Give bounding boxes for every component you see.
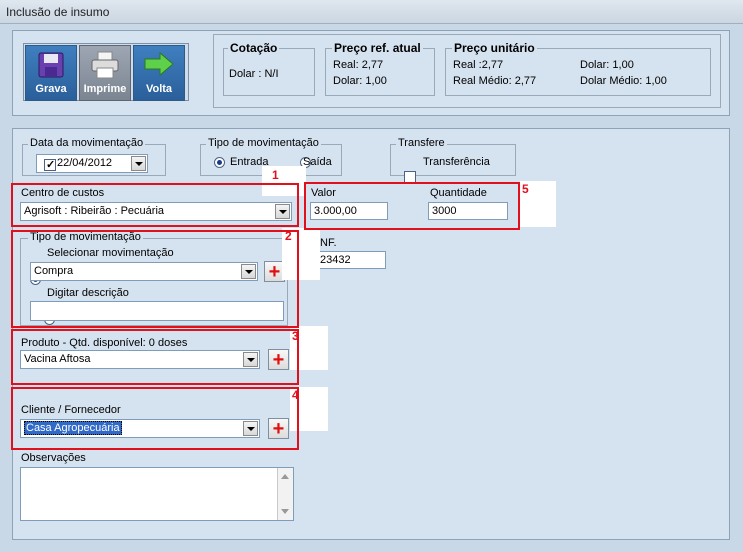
- data-mov-value: 22/04/2012: [57, 157, 113, 169]
- annotation-box-5: [304, 182, 520, 230]
- print-button[interactable]: Imprime: [79, 45, 131, 101]
- preco-ref-group: [325, 48, 435, 96]
- back-button[interactable]: Volta: [133, 45, 185, 101]
- scroll-down-icon[interactable]: [281, 509, 289, 514]
- chevron-down-icon[interactable]: [131, 156, 146, 171]
- preco-unit-dolar-medio: Dolar Médio: 1,00: [580, 75, 667, 87]
- data-mov-label: Data da movimentação: [28, 137, 146, 149]
- scroll-up-icon[interactable]: [281, 474, 289, 479]
- print-button-label: Imprime: [83, 83, 127, 95]
- entrada-radio[interactable]: [214, 157, 225, 168]
- data-mov-checkbox[interactable]: [44, 158, 56, 171]
- title-bar: Inclusão de insumo: [0, 0, 743, 24]
- save-button[interactable]: Grava: [25, 45, 77, 101]
- annotation-number-3: 3: [292, 329, 299, 343]
- preco-ref-real: Real: 2,77: [333, 59, 384, 71]
- printer-icon: [91, 51, 119, 79]
- preco-unit-dolar: Dolar: 1,00: [580, 59, 634, 71]
- preco-ref-title: Preço ref. atual: [332, 41, 423, 55]
- arrow-right-icon: [144, 51, 174, 77]
- tipo-mov-top-label: Tipo de movimentação: [206, 137, 321, 149]
- transfere-label: Transfere: [396, 137, 447, 149]
- observacoes-scrollbar[interactable]: [277, 468, 293, 520]
- nf-input[interactable]: 23432: [316, 251, 386, 269]
- preco-unit-real: Real :2,77: [453, 59, 504, 71]
- annotation-number-5: 5: [522, 182, 529, 196]
- annotation-box-2: [11, 230, 299, 328]
- observacoes-textarea[interactable]: [20, 467, 294, 521]
- saida-label: Saída: [303, 156, 332, 168]
- cotacao-title: Cotação: [228, 41, 280, 55]
- window-title: Inclusão de insumo: [6, 5, 110, 19]
- preco-unit-title: Preço unitário: [452, 41, 537, 55]
- annotation-box-1: [11, 183, 299, 227]
- preco-unit-real-medio: Real Médio: 2,77: [453, 75, 537, 87]
- preco-ref-dolar: Dolar: 1,00: [333, 75, 387, 87]
- annotation-box-3: [11, 329, 299, 385]
- observacoes-label: Observações: [21, 452, 86, 464]
- floppy-icon: [38, 52, 64, 78]
- save-button-label: Grava: [35, 83, 67, 95]
- data-mov-picker[interactable]: 22/04/2012: [36, 154, 148, 173]
- cotacao-dolar: Dolar : N/I: [229, 68, 279, 80]
- annotation-number-1: 1: [272, 168, 279, 182]
- back-button-label: Volta: [145, 83, 173, 95]
- nf-label: NF.: [320, 237, 337, 249]
- annotation-number-4: 4: [292, 388, 299, 402]
- preco-unit-group: [445, 48, 711, 96]
- transferencia-label: Transferência: [423, 156, 490, 168]
- annotation-number-2: 2: [285, 229, 292, 243]
- annotation-box-4: [11, 387, 299, 450]
